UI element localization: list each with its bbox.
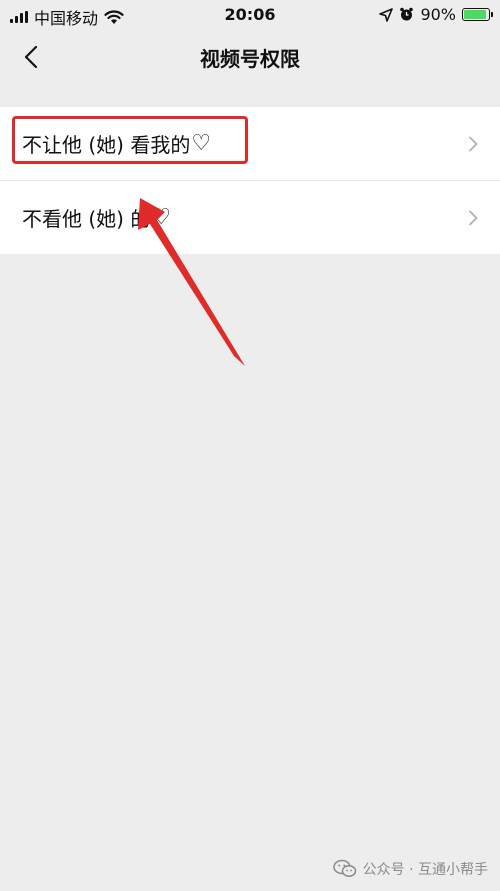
battery-fill — [464, 10, 486, 19]
location-icon — [379, 7, 394, 22]
wechat-icon — [332, 859, 356, 877]
settings-list: 不让他 (她) 看我的 ♡ 不看他 (她) 的 ♡ — [0, 107, 500, 254]
battery-percent: 90% — [420, 5, 456, 24]
page-title: 视频号权限 — [200, 47, 300, 71]
status-right: 90% — [379, 5, 493, 24]
list-item-label: 不让他 (她) 看我的 — [22, 133, 191, 157]
screen: 中国移动 20:06 90% 视频号权限 不让他 (她) 看我的 ♡ 不看他 (… — [0, 0, 500, 891]
alarm-icon — [400, 7, 414, 21]
chevron-right-icon — [469, 210, 478, 225]
list-item-label: 不看他 (她) 的 — [22, 207, 151, 231]
heart-icon: ♡ — [151, 205, 172, 230]
list-item-hide-their-moments[interactable]: 不看他 (她) 的 ♡ — [0, 180, 500, 254]
status-bar: 中国移动 20:06 90% — [0, 0, 500, 30]
nav-bar: 视频号权限 — [0, 30, 500, 86]
watermark: 公众号 · 互通小帮手 — [332, 859, 488, 879]
heart-icon: ♡ — [191, 131, 212, 156]
list-item-hide-my-moments[interactable]: 不让他 (她) 看我的 ♡ — [0, 107, 500, 180]
chevron-right-icon — [469, 136, 478, 151]
watermark-text: 公众号 · 互通小帮手 — [362, 862, 488, 878]
battery-icon — [462, 8, 493, 21]
